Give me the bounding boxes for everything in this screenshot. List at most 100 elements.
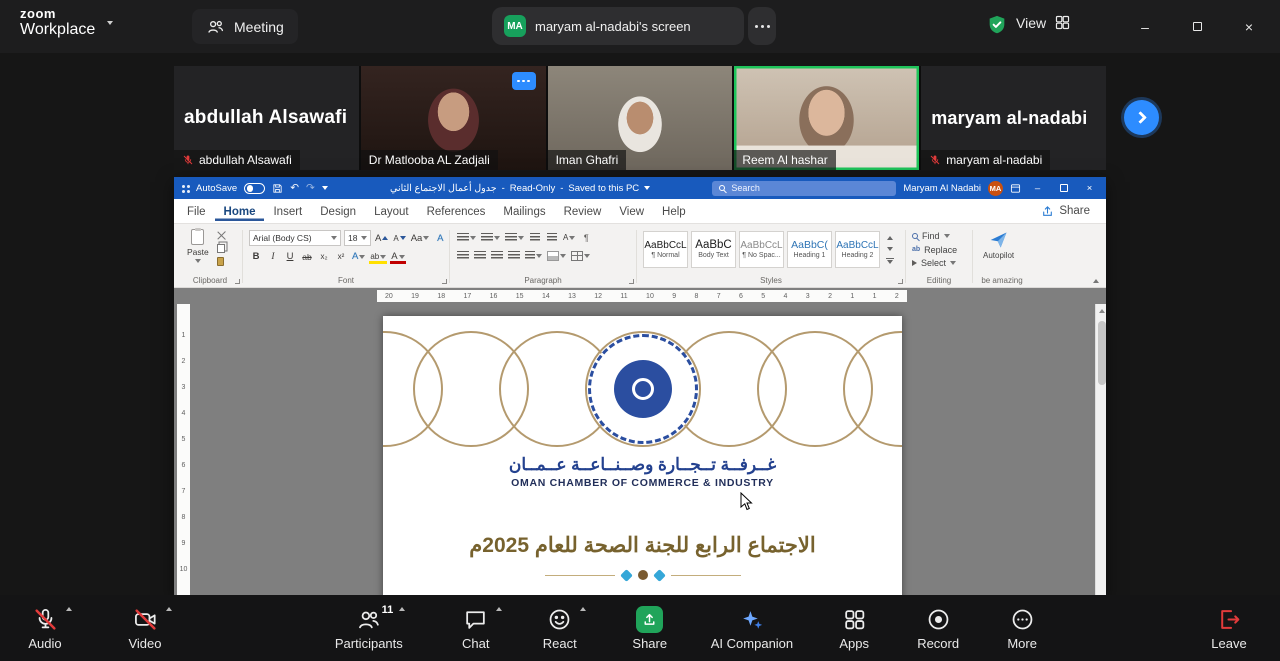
paragraph-dialog-launcher[interactable] [629,279,634,284]
tab-references[interactable]: References [418,202,495,221]
styles-dialog-launcher[interactable] [898,279,903,284]
subscript-button[interactable]: x₂ [317,249,331,264]
tab-help[interactable]: Help [653,202,695,221]
select-button[interactable]: Select [912,258,957,268]
tab-file[interactable]: File [178,202,215,221]
tab-shared-screen[interactable]: MA maryam al-nadabi's screen [492,7,744,45]
autosave-toggle[interactable] [244,183,265,194]
participant-tile-abdullah[interactable]: abdullah Alsawafi abdullah Alsawafi [174,66,359,170]
shrink-font-button[interactable]: A [392,231,406,246]
word-minimize-button[interactable]: – [1028,183,1047,194]
italic-button[interactable]: I [266,249,280,264]
word-user-avatar[interactable]: MA [988,181,1003,196]
cut-icon[interactable] [217,231,226,240]
highlight-color-button[interactable]: ab [369,249,387,264]
tile-menu-button[interactable] [512,72,536,90]
next-participants-page-button[interactable] [1124,100,1159,135]
participants-button[interactable]: 11 Participants [329,605,427,651]
align-left-button[interactable] [456,248,470,263]
redo-icon[interactable]: ↷ [306,182,315,194]
view-button[interactable]: View [1016,14,1071,31]
styles-scroll-down[interactable] [887,247,893,251]
multilevel-list-button[interactable] [504,230,525,245]
format-painter-icon[interactable] [217,257,224,266]
ai-companion-button[interactable]: AI Companion [705,605,799,651]
grow-font-button[interactable]: A [374,231,389,246]
tab-layout[interactable]: Layout [365,202,418,221]
vertical-ruler[interactable]: 1 2 3 4 5 6 7 8 9 10 [177,304,190,595]
maximize-button[interactable] [1171,10,1223,43]
align-right-button[interactable] [490,248,504,263]
chat-options-chevron[interactable] [496,607,502,611]
clear-formatting-button[interactable]: A [433,231,447,246]
borders-button[interactable] [570,248,591,263]
share-button[interactable]: Share [621,605,679,651]
shading-button[interactable] [546,248,567,263]
bold-button[interactable]: B [249,249,263,264]
tab-mailings[interactable]: Mailings [494,202,554,221]
paragraph-marks-button[interactable]: ¶ [579,230,593,245]
tab-options-button[interactable] [748,7,776,45]
justify-button[interactable] [507,248,521,263]
tab-insert[interactable]: Insert [264,202,311,221]
style-normal[interactable]: AaBbCcL ¶ Normal [643,231,688,268]
bullet-list-button[interactable] [456,230,477,245]
decrease-indent-button[interactable] [528,230,542,245]
zoom-workplace-menu[interactable]: zoom Workplace [20,6,113,39]
react-options-chevron[interactable] [580,607,586,611]
horizontal-ruler[interactable]: 20 19 18 17 16 15 14 13 12 11 10 9 8 7 6… [174,288,1106,304]
participant-tile-reem-active-speaker[interactable]: Reem Al hashar [734,66,919,170]
collapse-ribbon-chevron[interactable] [1093,279,1099,283]
minimize-button[interactable]: – [1119,10,1171,43]
react-button[interactable]: React [537,605,595,651]
replace-button[interactable]: ab Replace [912,245,957,255]
sort-button[interactable]: A [562,230,576,245]
security-shield-icon[interactable] [986,14,1008,41]
text-effects-button[interactable]: A [351,249,366,264]
clipboard-dialog-launcher[interactable] [235,279,240,284]
ribbon-display-options-icon[interactable] [1010,183,1021,194]
participant-tile-maryam[interactable]: maryam al-nadabi maryam al-nadabi [921,66,1106,170]
tab-review[interactable]: Review [555,202,611,221]
audio-options-chevron[interactable] [66,607,72,611]
chat-button[interactable]: Chat [453,605,511,651]
customize-toolbar-chevron-icon[interactable] [322,186,328,190]
styles-gallery-more[interactable] [886,258,894,263]
video-button[interactable]: Video [122,605,180,651]
underline-button[interactable]: U [283,249,297,264]
tab-home[interactable]: Home [215,202,265,221]
increase-indent-button[interactable] [545,230,559,245]
tab-view[interactable]: View [610,202,653,221]
apps-button[interactable]: Apps [825,605,883,651]
undo-icon[interactable]: ↶ [290,182,299,194]
participant-tile-iman[interactable]: Iman Ghafri [548,66,733,170]
scrollbar-thumb[interactable] [1098,321,1106,385]
find-button[interactable]: Find [912,231,957,241]
word-close-button[interactable]: × [1080,183,1099,194]
saved-location[interactable]: Saved to this PC [568,183,639,194]
line-spacing-button[interactable] [524,248,543,263]
font-size-combo[interactable]: 18 [344,230,371,246]
close-button[interactable]: × [1223,10,1275,43]
font-name-combo[interactable]: Arial (Body CS) [249,230,341,246]
align-center-button[interactable] [473,248,487,263]
document-scrollbar[interactable] [1095,304,1106,595]
styles-scroll-up[interactable] [887,236,893,240]
style-heading-2[interactable]: AaBbCcL Heading 2 [835,231,880,268]
autopilot-button[interactable]: Autopilot [979,228,1018,260]
more-button[interactable]: More [993,605,1051,651]
scroll-up-arrow[interactable] [1099,309,1105,313]
word-share-button[interactable]: Share [1041,205,1102,218]
tab-design[interactable]: Design [311,202,365,221]
word-restore-button[interactable] [1054,184,1073,192]
save-icon[interactable] [272,183,283,194]
change-case-button[interactable]: Aa [410,231,431,246]
font-color-button[interactable]: A [390,249,405,264]
copy-icon[interactable] [217,244,225,253]
font-dialog-launcher[interactable] [442,279,447,284]
style-body-text[interactable]: AaBbC Body Text [691,231,736,268]
word-search-box[interactable]: Search [712,181,896,196]
document-page[interactable]: غــرفــة تــجــارة وصــنــاعــة عــمــان… [383,316,902,595]
style-heading-1[interactable]: AaBbC( Heading 1 [787,231,832,268]
superscript-button[interactable]: x² [334,249,348,264]
